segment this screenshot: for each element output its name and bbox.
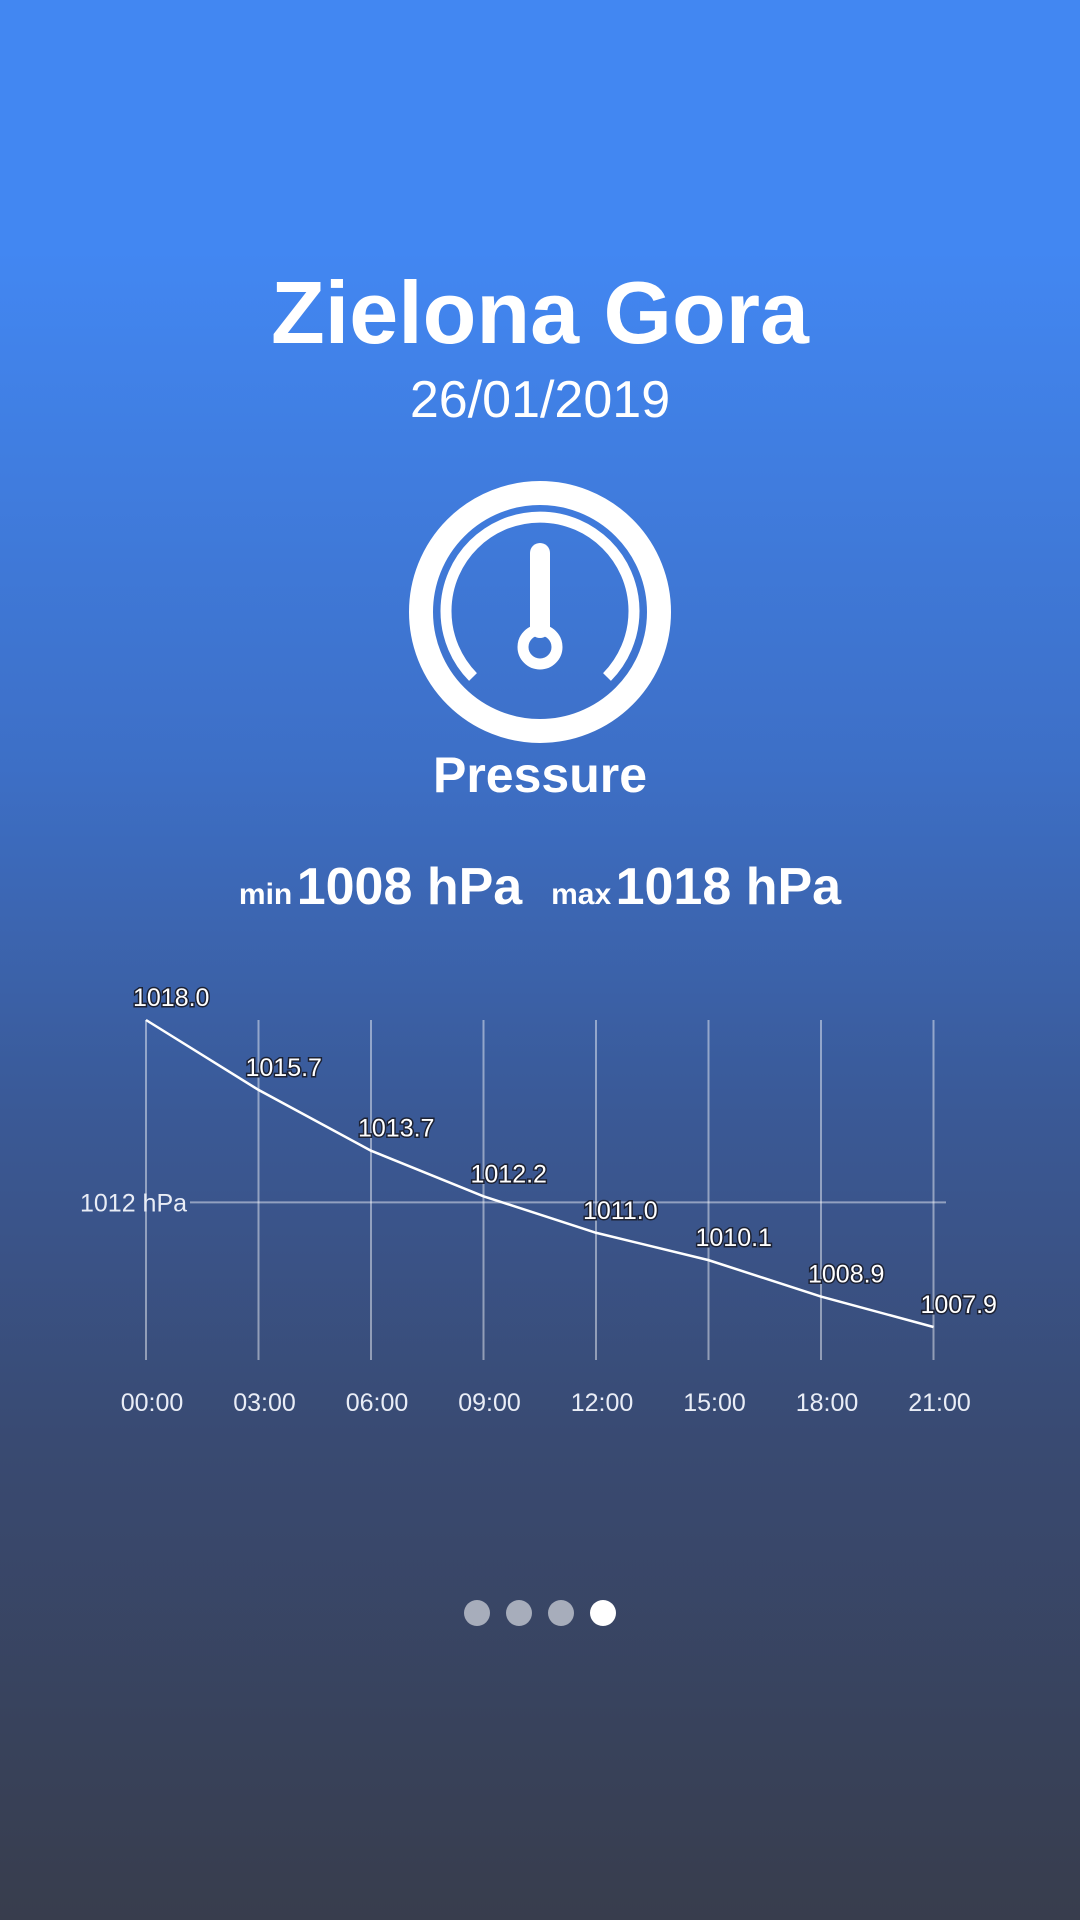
min-label: min bbox=[238, 878, 293, 911]
pressure-line-chart: 1012 hPa 1018.0 1015.7 1013.7 1012.2 1011.0 10… bbox=[80, 983, 998, 1418]
data-point-label: 1008.9 bbox=[808, 1261, 884, 1289]
max-value: 1018 hPa bbox=[615, 858, 842, 916]
x-tick-label: 00:00 bbox=[121, 1389, 184, 1417]
data-point-label: 1013.7 bbox=[358, 1115, 434, 1143]
x-tick-label: 06:00 bbox=[346, 1389, 409, 1417]
data-point-label: 1011.0 bbox=[583, 1197, 658, 1225]
x-tick-label: 03:00 bbox=[233, 1389, 296, 1417]
x-tick-label: 15:00 bbox=[683, 1389, 746, 1417]
forecast-date: 26/01/2019 bbox=[409, 371, 671, 429]
page-indicator[interactable] bbox=[0, 1600, 1080, 1626]
page-dot-2[interactable] bbox=[506, 1600, 532, 1626]
x-tick-label: 12:00 bbox=[571, 1389, 634, 1417]
data-point-label: 1007.9 bbox=[921, 1291, 997, 1319]
metric-title: Pressure bbox=[432, 747, 648, 803]
page-dot-4[interactable] bbox=[590, 1600, 616, 1626]
city-name: Zielona Gora bbox=[271, 263, 809, 362]
data-point-label: 1015.7 bbox=[246, 1054, 322, 1082]
x-tick-label: 18:00 bbox=[796, 1389, 859, 1417]
x-tick-label: 09:00 bbox=[458, 1389, 521, 1417]
x-tick-label: 21:00 bbox=[908, 1389, 971, 1417]
pressure-gauge-icon bbox=[409, 481, 671, 743]
page-dot-1[interactable] bbox=[464, 1600, 490, 1626]
page-dot-3[interactable] bbox=[548, 1600, 574, 1626]
min-max-summary: min 1008 hPa max 1018 hPa bbox=[0, 852, 1080, 935]
min-value: 1008 hPa bbox=[296, 858, 523, 916]
data-point-label: 1012.2 bbox=[471, 1160, 547, 1188]
reference-line-label: 1012 hPa bbox=[80, 1189, 187, 1217]
data-point-label: 1010.1 bbox=[696, 1224, 772, 1252]
max-label: max bbox=[551, 878, 612, 911]
data-point-label: 1018.0 bbox=[133, 984, 209, 1012]
